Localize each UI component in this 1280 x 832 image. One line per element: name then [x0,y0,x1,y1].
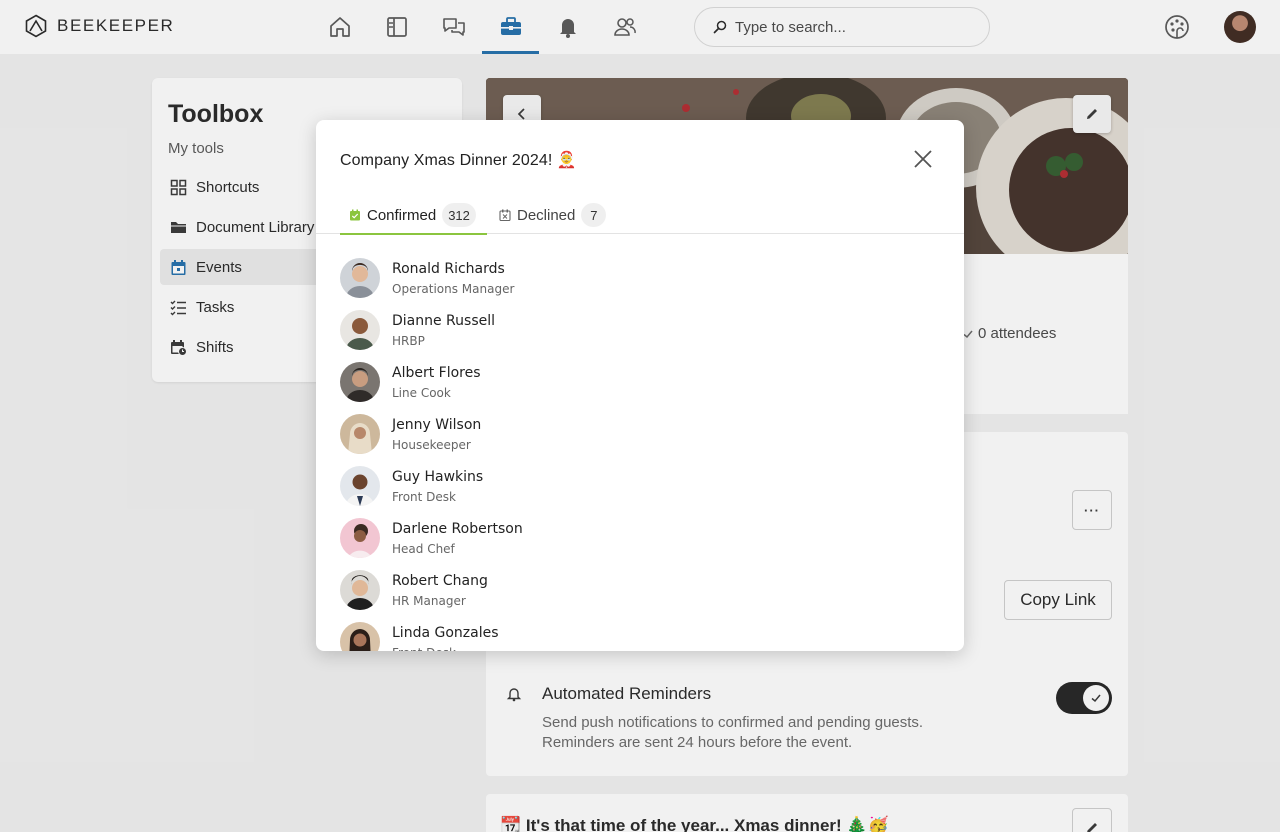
person-name: Ronald Richards [392,260,505,277]
list-item[interactable]: Jenny Wilson Housekeeper [340,412,481,456]
avatar [340,570,380,610]
person-role: Housekeeper [392,437,471,452]
close-button[interactable] [912,148,934,170]
list-item[interactable]: Albert Flores Line Cook [340,360,481,404]
avatar [340,466,380,506]
list-item[interactable]: Ronald Richards Operations Manager [340,256,514,300]
list-item[interactable]: Robert Chang HR Manager [340,568,488,612]
person-name: Robert Chang [392,572,488,589]
avatar [340,622,380,651]
avatar [340,414,380,454]
person-role: HR Manager [392,593,466,608]
tab-declined[interactable]: Declined 7 [499,196,619,234]
tab-label: Confirmed [367,206,437,224]
person-name: Jenny Wilson [392,416,482,433]
avatar [340,258,380,298]
list-item[interactable]: Dianne Russell HRBP [340,308,495,352]
person-role: Head Chef [392,541,455,556]
person-role: Front Desk [392,645,499,652]
tab-count-badge: 312 [442,203,476,227]
person-name: Dianne Russell [392,312,496,329]
close-icon [914,150,932,168]
list-item[interactable]: Guy Hawkins Front Desk [340,464,483,508]
avatar [340,518,380,558]
attendee-list[interactable]: Ronald Richards Operations Manager Diann… [316,256,964,651]
list-item[interactable]: Darlene Robertson Head Chef [340,516,523,560]
person-name: Linda Gonzales [392,624,499,641]
attendance-tabs: Confirmed 312 Declined 7 [316,196,964,235]
person-name: Albert Flores [392,364,481,381]
tab-count-badge: 7 [581,203,607,227]
list-item[interactable]: Linda Gonzales Front Desk [340,620,499,651]
modal-title: Company Xmas Dinner 2024! 🤶 [340,152,577,169]
tab-label: Declined [517,206,576,224]
calendar-check-icon [350,209,360,221]
person-role: HRBP [392,333,425,348]
avatar [340,310,380,350]
avatar [340,362,380,402]
person-role: Front Desk [392,489,456,504]
attendees-modal: Company Xmas Dinner 2024! 🤶 Confirmed 31… [316,120,964,651]
person-role: Line Cook [392,385,451,400]
person-name: Darlene Robertson [392,520,523,537]
calendar-x-icon [499,209,511,221]
tab-confirmed[interactable]: Confirmed 312 [340,196,487,235]
person-role: Operations Manager [392,281,515,296]
person-name: Guy Hawkins [392,468,484,485]
